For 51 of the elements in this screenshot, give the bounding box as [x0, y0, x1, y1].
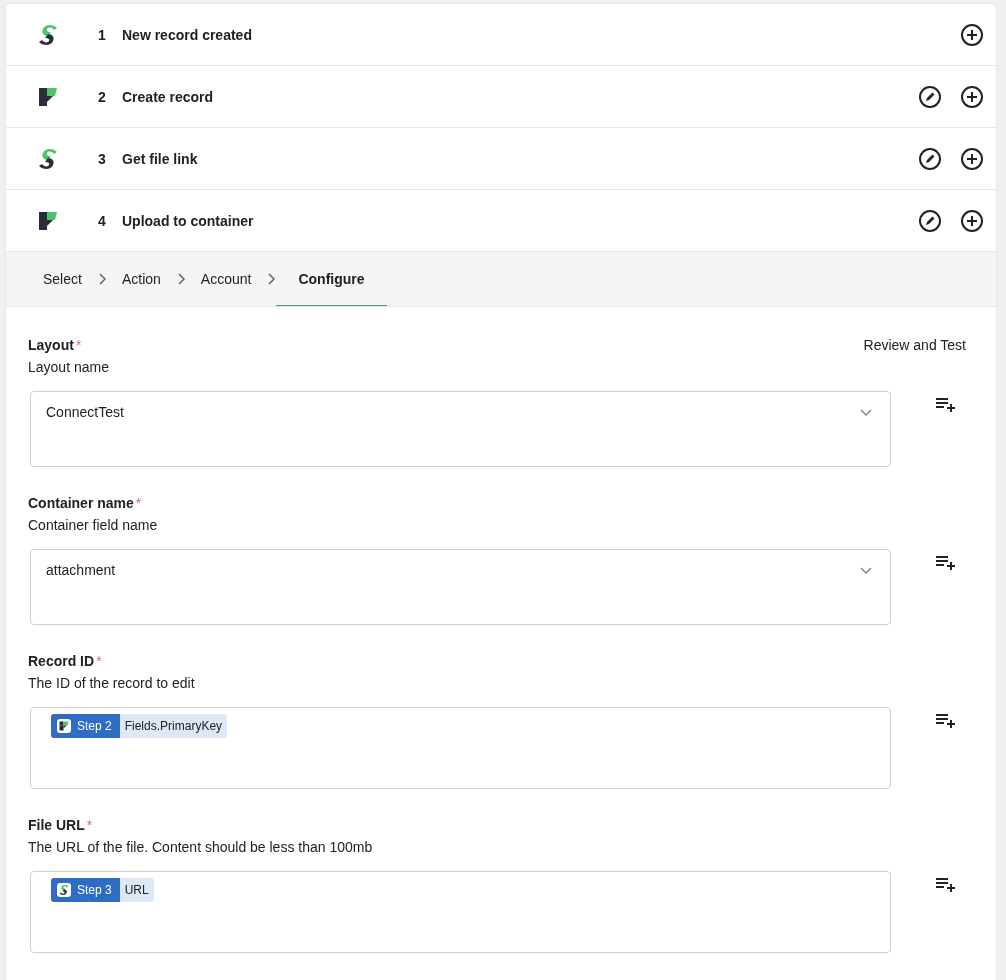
- breadcrumb-tab[interactable]: Select: [28, 252, 97, 306]
- step-token: Step 3: [51, 878, 120, 902]
- step-number: 2: [98, 88, 107, 105]
- token-input-field[interactable]: Step 3 URL: [30, 871, 891, 953]
- review-and-test-link[interactable]: Review and Test: [863, 337, 966, 353]
- field-label: Record ID: [28, 653, 95, 669]
- chevron-down-icon: [860, 409, 872, 417]
- add-list-icon[interactable]: [936, 555, 958, 571]
- breadcrumb-tab[interactable]: Account: [185, 252, 267, 306]
- dropdown-field[interactable]: ConnectTest: [30, 391, 891, 467]
- token-input-field[interactable]: Step 2 Fields.PrimaryKey: [30, 707, 891, 789]
- step-title: Upload to container: [122, 212, 255, 229]
- step-number: 1: [98, 26, 107, 43]
- field-description: The URL of the file. Content should be less than 100mb: [28, 839, 374, 855]
- field-path-token: URL: [119, 878, 154, 902]
- f-logo-icon: [58, 720, 70, 732]
- edit-icon[interactable]: [918, 84, 942, 109]
- step-number: 3: [98, 150, 107, 167]
- edit-icon[interactable]: [918, 208, 942, 233]
- chevron-right-icon: [175, 273, 186, 285]
- chevron-right-icon: [266, 273, 277, 285]
- field-description: The ID of the record to edit: [28, 675, 196, 691]
- breadcrumb-tab[interactable]: Action: [106, 252, 176, 306]
- dropdown-field[interactable]: attachment: [30, 549, 891, 625]
- chevron-right-icon: [96, 273, 107, 285]
- add-list-icon[interactable]: [936, 713, 958, 729]
- step-number: 4: [98, 212, 107, 229]
- breadcrumb-tab[interactable]: Configure: [276, 252, 387, 306]
- field-label: File URL: [28, 817, 85, 833]
- step-title: New record created: [122, 26, 253, 43]
- field-label: Layout: [28, 337, 74, 353]
- add-icon[interactable]: [960, 208, 984, 233]
- s-logo-icon: [58, 884, 70, 896]
- edit-icon[interactable]: [918, 146, 942, 171]
- add-list-icon[interactable]: [936, 877, 958, 893]
- required-mark: *: [135, 495, 142, 511]
- field-path-token: Fields.PrimaryKey: [119, 714, 228, 738]
- step-title: Create record: [122, 88, 215, 105]
- chevron-down-icon: [860, 567, 872, 575]
- required-mark: *: [75, 337, 82, 353]
- required-mark: *: [96, 653, 102, 669]
- step-token: Step 2: [51, 714, 120, 738]
- add-icon[interactable]: [960, 22, 984, 47]
- field-label: Container name: [28, 495, 134, 511]
- add-icon[interactable]: [960, 146, 984, 171]
- required-mark: *: [86, 817, 93, 833]
- step-title: Get file link: [122, 150, 199, 167]
- add-icon[interactable]: [960, 84, 984, 109]
- field-description: Container field name: [28, 517, 159, 533]
- add-list-icon[interactable]: [936, 397, 958, 413]
- field-description: Layout name: [28, 359, 110, 375]
